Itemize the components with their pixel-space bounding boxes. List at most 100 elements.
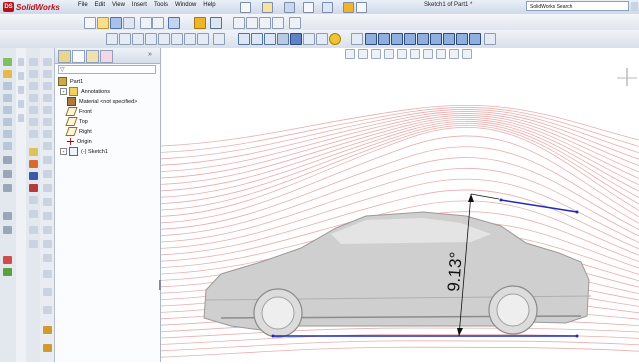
apply-scene-icon[interactable]: [449, 49, 459, 59]
roll-view-icon[interactable]: [197, 33, 209, 45]
graphics-area[interactable]: 9.13°: [160, 48, 639, 362]
previous-view-icon[interactable]: [213, 33, 225, 45]
shell-feature-icon[interactable]: [43, 226, 52, 234]
circular-pattern-icon[interactable]: [43, 170, 52, 178]
draft-icon[interactable]: [3, 142, 12, 150]
boss-extrude-icon[interactable]: [43, 58, 52, 66]
tree-item-origin[interactable]: Origin: [67, 137, 92, 146]
undo-icon[interactable]: [322, 2, 333, 13]
standard-view-top-icon[interactable]: [417, 33, 429, 45]
window-controls[interactable]: [631, 2, 638, 11]
tree-item-annotations[interactable]: + Annotations: [60, 87, 110, 96]
smart-dimension-icon[interactable]: [246, 17, 258, 29]
standard-view-right-icon[interactable]: [404, 33, 416, 45]
cut-loft-icon[interactable]: [43, 142, 52, 150]
menu-edit[interactable]: Edit: [95, 2, 105, 8]
shell-icon[interactable]: [3, 130, 12, 138]
solidworks-logo[interactable]: DS SolidWorks: [3, 1, 60, 13]
shaded-with-edges-icon[interactable]: [277, 33, 289, 45]
zoom-fit-icon[interactable]: [106, 33, 118, 45]
display-style-hud-icon[interactable]: [410, 49, 420, 59]
mirror-icon[interactable]: [3, 184, 12, 192]
tree-item-front[interactable]: Front: [65, 107, 92, 116]
reference-plane-icon[interactable]: [43, 326, 52, 334]
flyout-3-icon[interactable]: [18, 86, 24, 94]
boss-sweep-icon[interactable]: [43, 118, 52, 126]
offset-tool-icon[interactable]: [29, 196, 38, 204]
rebuild-traffic-light-icon[interactable]: [194, 17, 206, 29]
standard-view-bottom-icon[interactable]: [430, 33, 442, 45]
mirror-entities-icon[interactable]: [29, 210, 38, 218]
shadows-icon[interactable]: [303, 33, 315, 45]
expand-icon[interactable]: +: [60, 148, 67, 155]
rectangle-tool-icon[interactable]: [29, 82, 38, 90]
wireframe-icon[interactable]: [238, 33, 250, 45]
print-file-icon[interactable]: [123, 17, 135, 29]
hidden-lines-visible-icon[interactable]: [251, 33, 263, 45]
sketch-endpoint[interactable]: [499, 198, 503, 202]
rib-icon[interactable]: [3, 156, 12, 164]
text-tool-icon[interactable]: [29, 172, 38, 180]
trim-tool-icon[interactable]: [29, 184, 38, 192]
zoom-out-icon[interactable]: [145, 33, 157, 45]
print-icon[interactable]: [303, 2, 314, 13]
wrap-icon[interactable]: [3, 212, 12, 220]
rib-feature-icon[interactable]: [43, 240, 52, 248]
spline-tool-icon[interactable]: [29, 118, 38, 126]
options-icon[interactable]: [356, 2, 367, 13]
configuration-manager-tab-icon[interactable]: [86, 50, 99, 63]
tree-item-top[interactable]: Top: [65, 117, 88, 126]
chamfer-icon[interactable]: [3, 118, 12, 126]
hole-wizard-icon[interactable]: [43, 82, 52, 90]
flyout-1-icon[interactable]: [18, 58, 24, 66]
search-input[interactable]: SolidWorks Search: [526, 1, 629, 11]
tree-root[interactable]: Part1: [58, 77, 83, 86]
snap-icon[interactable]: [272, 17, 284, 29]
chevron-right-icon[interactable]: »: [148, 51, 152, 58]
sketch-tool-icon[interactable]: [233, 17, 245, 29]
menu-tools[interactable]: Tools: [154, 2, 168, 8]
dome-feature-icon[interactable]: [43, 270, 52, 278]
extrude-icon[interactable]: [3, 58, 12, 66]
tree-item-material[interactable]: Material <not specified>: [67, 97, 137, 106]
fillet-icon[interactable]: [3, 106, 12, 114]
tree-item-right[interactable]: Right: [65, 127, 92, 136]
section-view-icon[interactable]: [316, 33, 328, 45]
arc-tool-icon[interactable]: [29, 106, 38, 114]
boss-loft-icon[interactable]: [43, 130, 52, 138]
dim-xpert-tab-icon[interactable]: [100, 50, 113, 63]
standard-view-back-icon[interactable]: [378, 33, 390, 45]
curves-icon[interactable]: [3, 256, 12, 264]
sketch-pattern-icon[interactable]: [29, 226, 38, 234]
draft-feature-icon[interactable]: [43, 254, 52, 262]
view-orientation-icon[interactable]: [351, 33, 363, 45]
standard-view-front-icon[interactable]: [365, 33, 377, 45]
zoom-to-area-icon[interactable]: [358, 49, 368, 59]
split-line-icon[interactable]: [43, 288, 52, 296]
view-settings-icon[interactable]: [462, 49, 472, 59]
sketch-icon[interactable]: [29, 58, 38, 66]
zoom-in-icon[interactable]: [132, 33, 144, 45]
chamfer-feature-icon[interactable]: [43, 212, 52, 220]
shaded-icon[interactable]: [290, 33, 302, 45]
hidden-lines-removed-icon[interactable]: [264, 33, 276, 45]
realview-icon[interactable]: [329, 33, 341, 45]
ellipse-tool-icon[interactable]: [29, 130, 38, 138]
menu-insert[interactable]: Insert: [132, 2, 147, 8]
cut-extrude-icon[interactable]: [43, 70, 52, 78]
previous-view-hud-icon[interactable]: [371, 49, 381, 59]
circle-tool-icon[interactable]: [29, 94, 38, 102]
boss-revolve-icon[interactable]: [43, 94, 52, 102]
rebuild-icon[interactable]: [343, 2, 354, 13]
mirror-feature-icon[interactable]: [43, 184, 52, 192]
loft-icon[interactable]: [3, 94, 12, 102]
open-file-icon[interactable]: [97, 17, 109, 29]
new-document-icon[interactable]: [240, 2, 251, 13]
move-entities-icon[interactable]: [29, 240, 38, 248]
zoom-selection-icon[interactable]: [158, 33, 170, 45]
zoom-area-icon[interactable]: [119, 33, 131, 45]
flyout-5-icon[interactable]: [18, 114, 24, 122]
menu-view[interactable]: View: [112, 2, 125, 8]
cut-revolve-icon[interactable]: [43, 106, 52, 114]
options-gear-icon[interactable]: [289, 17, 301, 29]
